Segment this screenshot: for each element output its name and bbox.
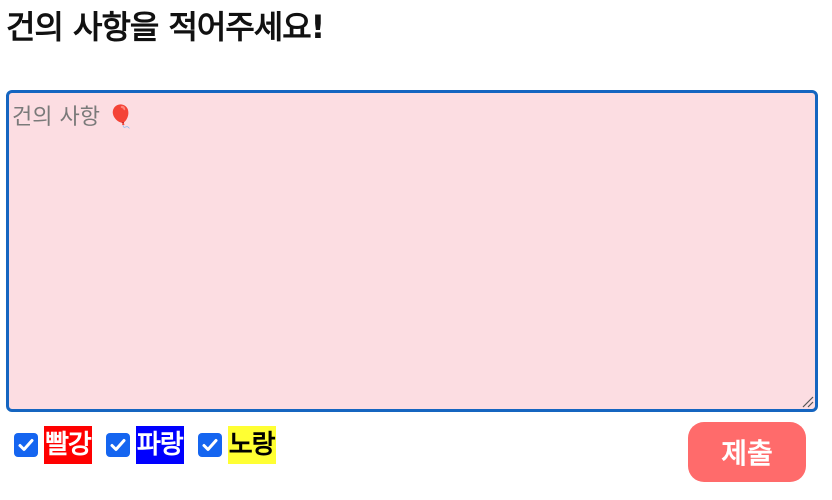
option-blue[interactable]: 파랑 (105, 426, 184, 464)
option-label-yellow: 노랑 (227, 426, 276, 464)
option-yellow[interactable]: 노랑 (197, 426, 276, 464)
submit-button[interactable]: 제출 (688, 422, 806, 482)
checkbox-yellow[interactable] (197, 433, 222, 457)
checkbox-blue[interactable] (105, 433, 130, 457)
checkbox-red[interactable] (14, 433, 38, 457)
color-options: 빨강 파랑 노랑 (14, 424, 290, 466)
resize-grip-icon[interactable] (800, 394, 814, 408)
suggestion-textarea-container (6, 90, 818, 412)
option-label-blue: 파랑 (135, 426, 184, 464)
check-icon (110, 439, 126, 451)
suggestion-textarea[interactable] (9, 93, 815, 409)
option-red[interactable]: 빨강 (14, 426, 92, 464)
page-title: 건의 사항을 적어주세요! (6, 8, 325, 46)
option-label-red: 빨강 (44, 426, 92, 464)
check-icon (202, 439, 218, 451)
check-icon (18, 439, 34, 451)
